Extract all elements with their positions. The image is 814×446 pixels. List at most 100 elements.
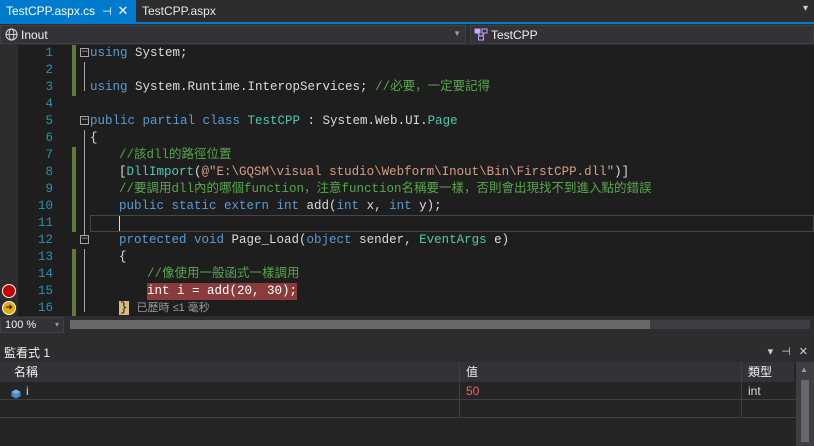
code-line-1[interactable]: 1 − using System; <box>0 45 814 62</box>
change-indicator <box>72 79 76 96</box>
close-icon[interactable]: ✕ <box>116 3 130 19</box>
change-indicator <box>72 164 76 181</box>
code-line-7[interactable]: 7 //該dll的路徑位置 <box>0 147 814 164</box>
text-caret <box>119 216 120 231</box>
type-dropdown[interactable]: TestCPP <box>470 25 814 44</box>
code-text: i = add(20, 30); <box>169 284 298 298</box>
outline-guide <box>84 181 85 198</box>
scroll-up-icon[interactable]: ▲ <box>800 365 808 374</box>
code-comment: //要調用dll內的哪個function，注意function名稱要一樣，否則會… <box>119 182 652 196</box>
project-dropdown[interactable]: Inout ▼ <box>0 25 466 44</box>
change-indicator <box>72 62 76 79</box>
pin-icon[interactable]: ⊣ <box>100 5 114 18</box>
code-line-13[interactable]: 13 { <box>0 249 814 266</box>
outline-guide <box>84 300 85 312</box>
line-number: 4 <box>45 97 53 111</box>
change-indicator <box>72 300 76 316</box>
scrollbar-thumb[interactable] <box>801 380 809 442</box>
watch-value-cell[interactable]: 50 <box>460 382 742 400</box>
execution-pointer-icon[interactable]: ➜ <box>2 301 16 315</box>
code-line-11[interactable]: 11 <box>0 215 814 232</box>
collapse-icon[interactable]: − <box>80 48 89 57</box>
panel-splitter[interactable] <box>0 334 814 342</box>
chevron-down-icon: ▼ <box>453 29 461 38</box>
code-line-5[interactable]: 5 − public partial class TestCPP : Syste… <box>0 113 814 130</box>
code-keyword: int <box>336 199 360 213</box>
column-header-value[interactable]: 值 <box>460 362 742 382</box>
watch-window-title: 監看式 1 <box>4 345 51 360</box>
tab-testcpp-aspx[interactable]: TestCPP.aspx <box>136 0 226 22</box>
collapse-icon[interactable]: − <box>80 116 89 125</box>
window-menu-icon[interactable]: ▾ <box>768 345 774 358</box>
code-line-4[interactable]: 4 <box>0 96 814 113</box>
code-type: EventArgs <box>419 233 487 247</box>
watch-grid: 名稱 值 類型 i 50 int ▲ <box>0 362 814 446</box>
change-indicator <box>72 45 76 62</box>
globe-icon <box>4 28 18 42</box>
code-line-14[interactable]: 14 //像使用一般函式一樣調用 <box>0 266 814 283</box>
line-number: 15 <box>37 284 53 298</box>
outline-guide <box>84 283 85 300</box>
class-icon <box>474 28 488 42</box>
code-keyword: public static extern int <box>119 199 300 213</box>
code-line-9[interactable]: 9 //要調用dll內的哪個function，注意function名稱要一樣，否… <box>0 181 814 198</box>
code-comment: //必要，一定要記得 <box>375 80 491 94</box>
watch-type-cell: int <box>748 384 761 398</box>
scrollbar-thumb[interactable] <box>70 320 650 329</box>
horizontal-scrollbar[interactable] <box>70 320 810 329</box>
watch-type-cell <box>742 400 796 418</box>
outline-guide <box>84 62 85 79</box>
watch-value-cell <box>460 400 742 418</box>
code-keyword: int <box>147 284 170 298</box>
code-editor[interactable]: 1 − using System; 2 3 using System.Runti… <box>0 45 814 316</box>
code-line-10[interactable]: 10 public static extern int add(int x, i… <box>0 198 814 215</box>
watch-row[interactable]: i 50 int <box>0 382 796 400</box>
code-line-16[interactable]: ➜ 16 } 已歷時 ≤1 毫秒 <box>0 300 814 316</box>
watch-name-cell[interactable]: i <box>0 382 460 400</box>
line-number: 7 <box>45 148 53 162</box>
code-line-8[interactable]: 8 [DllImport(@"E:\GQSM\visual studio\Web… <box>0 164 814 181</box>
column-header-type[interactable]: 類型 <box>742 362 794 382</box>
line-number: 10 <box>37 199 53 213</box>
code-comment: //該dll的路徑位置 <box>119 148 232 162</box>
watch-name-cell[interactable] <box>0 400 460 418</box>
outline-guide <box>84 164 85 181</box>
code-type: TestCPP <box>240 114 301 128</box>
tab-testcpp-aspx-cs[interactable]: TestCPP.aspx.cs ⊣ ✕ <box>0 0 136 22</box>
tab-overflow-dropdown-icon[interactable]: ▾ <box>803 3 808 14</box>
vertical-scrollbar[interactable]: ▲ <box>796 362 814 446</box>
outline-guide <box>84 147 85 164</box>
breakpoint-highlight: int i = add(20, 30); <box>147 283 298 300</box>
column-header-name[interactable]: 名稱 <box>0 362 460 382</box>
outline-guide <box>84 215 85 232</box>
code-line-15[interactable]: 15 int i = add(20, 30); <box>0 283 814 300</box>
code-line-3[interactable]: 3 using System.Runtime.InteropServices; … <box>0 79 814 96</box>
watch-row-empty[interactable] <box>0 400 796 418</box>
code-text: System; <box>127 46 188 60</box>
line-number: 16 <box>37 301 53 315</box>
code-line-12[interactable]: 12 − protected void Page_Load(object sen… <box>0 232 814 249</box>
code-line-2[interactable]: 2 <box>0 62 814 79</box>
close-icon[interactable]: ✕ <box>799 345 808 358</box>
code-text: [ <box>119 165 127 179</box>
code-string: @"E:\GQSM\visual studio\Webform\Inout\Bi… <box>201 165 615 179</box>
code-text: sender, <box>351 233 420 247</box>
zoom-dropdown[interactable]: 100 % ▾ <box>0 317 64 333</box>
line-number: 9 <box>45 182 53 196</box>
code-text: { <box>119 250 127 264</box>
project-dropdown-label: Inout <box>21 27 48 42</box>
breakpoint-icon[interactable] <box>2 284 16 298</box>
tab-label: TestCPP.aspx.cs <box>6 4 96 18</box>
code-keyword: object <box>306 233 352 247</box>
editor-status-bar: 100 % ▾ <box>0 316 814 334</box>
line-number: 14 <box>37 267 53 281</box>
pin-icon[interactable]: ⊣ <box>781 345 791 358</box>
code-line-6[interactable]: 6 { <box>0 130 814 147</box>
change-indicator <box>72 249 76 266</box>
perf-tip[interactable]: 已歷時 ≤1 毫秒 <box>137 302 210 314</box>
code-type: DllImport <box>126 165 195 179</box>
collapse-icon[interactable]: − <box>80 235 89 244</box>
outline-guide <box>84 266 85 283</box>
line-number: 5 <box>45 114 53 128</box>
tab-label: TestCPP.aspx <box>142 4 216 18</box>
